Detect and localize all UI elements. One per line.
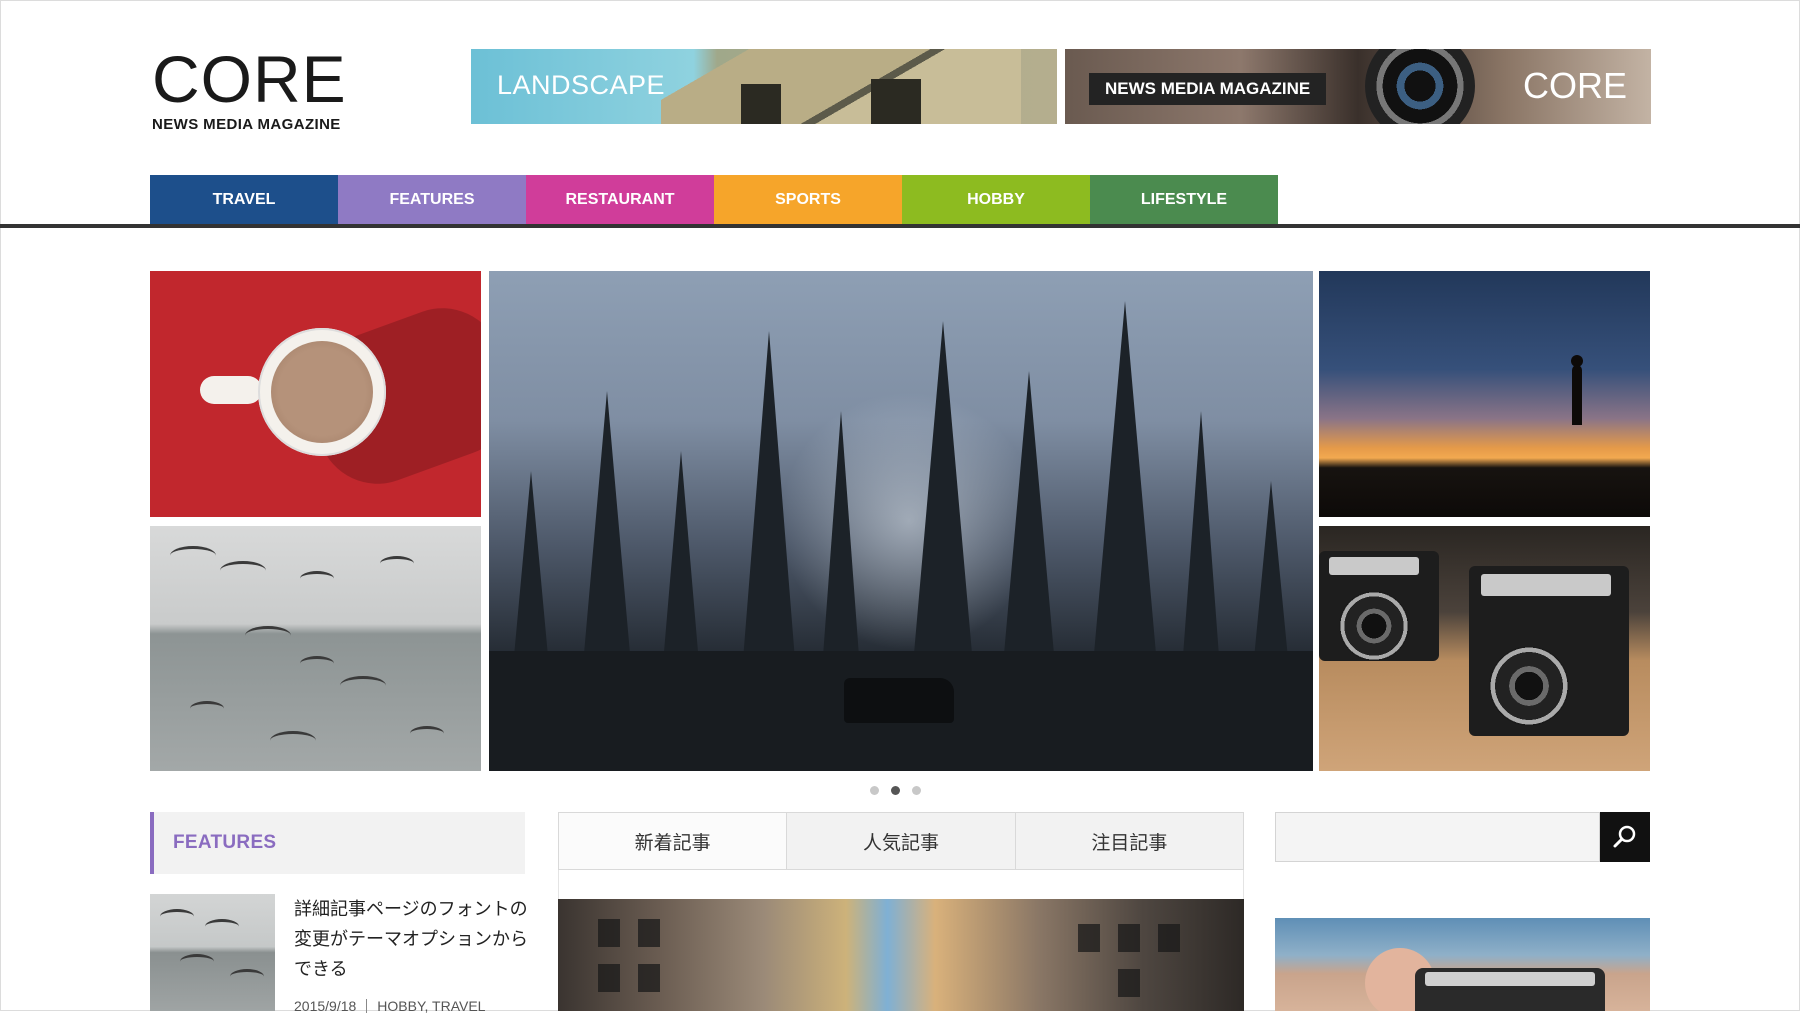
camera-lens-image <box>1365 49 1475 124</box>
building-window <box>871 79 921 124</box>
seagull <box>230 969 264 984</box>
photo-seagulls[interactable] <box>150 526 481 771</box>
nav-item-lifestyle[interactable]: LIFESTYLE <box>1090 175 1278 225</box>
tab-label: 注目記事 <box>1091 832 1168 854</box>
feature-tags[interactable]: HOBBY, TRAVEL <box>377 998 485 1014</box>
tab-new-articles[interactable]: 新着記事 <box>559 813 787 869</box>
banner-pill: NEWS MEDIA MAGAZINE <box>1089 73 1327 105</box>
seagull <box>380 556 414 571</box>
tab-label: 新着記事 <box>634 832 711 854</box>
feature-title[interactable]: 詳細記事ページのフォントの変更がテーマオプションからできる <box>294 894 530 984</box>
nav-item-features[interactable]: FEATURES <box>338 175 526 225</box>
article-image-city[interactable] <box>558 899 1244 1011</box>
seagull <box>245 626 291 645</box>
nav-item-label: SPORTS <box>775 191 841 208</box>
building-window <box>1078 924 1100 952</box>
seagull <box>180 954 214 969</box>
search-input[interactable] <box>1275 812 1600 862</box>
slider-dot[interactable] <box>870 786 879 795</box>
seagull <box>270 731 316 750</box>
feature-article[interactable]: 詳細記事ページのフォントの変更がテーマオプションからできる 2015/9/18 H… <box>150 894 530 1014</box>
photo-vintage-cameras[interactable] <box>1319 526 1650 771</box>
seagull <box>170 546 216 565</box>
sidebar-photo-camera[interactable] <box>1275 918 1650 1011</box>
seagull <box>300 571 334 586</box>
logo-title: CORE <box>152 42 347 116</box>
logo-subtitle: NEWS MEDIA MAGAZINE <box>152 116 341 133</box>
camera-top-plate <box>1481 574 1611 596</box>
silhouette-person <box>1572 365 1582 425</box>
features-heading: FEATURES <box>150 812 525 874</box>
camera-lens <box>1339 591 1409 661</box>
building-window <box>1118 924 1140 952</box>
slider-dots <box>870 786 921 795</box>
coffee-surface <box>271 341 373 443</box>
photo-coffee[interactable] <box>150 271 481 517</box>
tree <box>1089 301 1161 711</box>
nav-item-label: HOBBY <box>967 191 1025 208</box>
building-window <box>598 964 620 992</box>
seagull <box>220 561 266 580</box>
nav-item-label: LIFESTYLE <box>1140 191 1228 208</box>
tab-panel <box>558 870 1244 900</box>
offroad-vehicle <box>844 678 954 723</box>
building-window <box>1118 969 1140 997</box>
nav-divider <box>0 224 1800 228</box>
camera-top-plate <box>1425 972 1595 986</box>
building-window <box>1158 924 1180 952</box>
camera-top-plate <box>1329 557 1419 575</box>
camera-lens <box>1489 646 1569 726</box>
building-window <box>598 919 620 947</box>
nav-item-sports[interactable]: SPORTS <box>714 175 902 225</box>
building-window <box>741 84 781 124</box>
slider-dot-active[interactable] <box>891 786 900 795</box>
site-logo[interactable]: CORE NEWS MEDIA MAGAZINE <box>152 46 352 133</box>
landscape-banner[interactable]: LANDSCAPE <box>471 49 1057 124</box>
tab-popular-articles[interactable]: 人気記事 <box>786 813 1015 869</box>
cup-handle <box>200 376 262 404</box>
nav-item-hobby[interactable]: HOBBY <box>902 175 1090 225</box>
building-window <box>638 964 660 992</box>
tab-label: 人気記事 <box>862 832 939 854</box>
camera-body <box>1469 566 1629 736</box>
slider-dot[interactable] <box>912 786 921 795</box>
seagull <box>340 676 386 695</box>
feature-thumbnail[interactable] <box>150 894 275 1011</box>
nav-item-label: RESTAURANT <box>565 191 675 208</box>
feature-meta: 2015/9/18 HOBBY, TRAVEL <box>294 998 485 1014</box>
seagull <box>410 726 444 741</box>
banner-brand: CORE <box>1522 65 1627 106</box>
nav-item-travel[interactable]: TRAVEL <box>150 175 338 225</box>
seagull <box>160 909 194 924</box>
nav-item-restaurant[interactable]: RESTAURANT <box>526 175 714 225</box>
seagull <box>190 701 224 716</box>
article-tabs: 新着記事 人気記事 注目記事 <box>558 812 1244 870</box>
search-icon <box>1613 825 1636 848</box>
feature-date: 2015/9/18 <box>294 998 357 1014</box>
camera-body <box>1319 551 1439 661</box>
camera-body <box>1415 968 1605 1011</box>
category-nav: TRAVEL FEATURES RESTAURANT SPORTS HOBBY … <box>150 175 1278 225</box>
nav-item-label: FEATURES <box>389 191 475 208</box>
features-heading-label: FEATURES <box>173 832 277 853</box>
photo-sunset-silhouette[interactable] <box>1319 271 1650 517</box>
banner-label: LANDSCAPE <box>497 70 666 100</box>
tab-featured-articles[interactable]: 注目記事 <box>1014 813 1243 869</box>
building-window <box>638 919 660 947</box>
building-image <box>661 49 1021 124</box>
photo-forest-hero[interactable] <box>489 271 1313 771</box>
search-button[interactable] <box>1600 812 1650 862</box>
seagull <box>300 656 334 671</box>
core-banner[interactable]: NEWS MEDIA MAGAZINE CORE <box>1065 49 1651 124</box>
nav-item-label: TRAVEL <box>212 191 276 208</box>
seagull <box>205 919 239 934</box>
